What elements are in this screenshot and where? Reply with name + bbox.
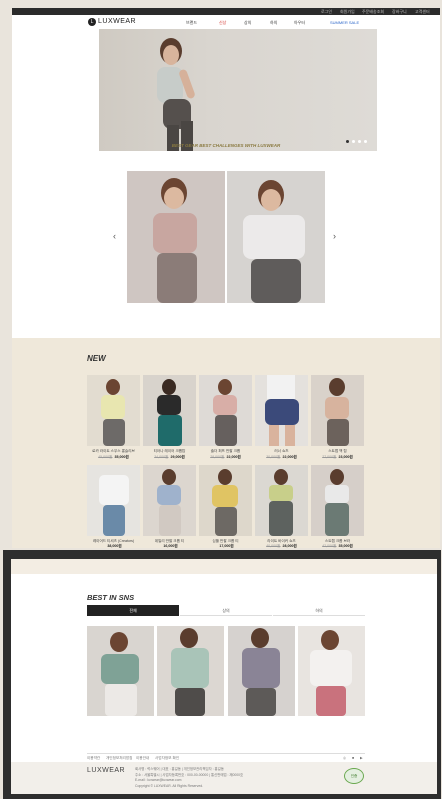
footer-divider <box>87 753 365 754</box>
site-header: L LUXWEAR 브랜드 신상 상의 하의 아우터 SUMMER SALE <box>12 15 440 29</box>
nav-item-brand[interactable]: 브랜드 <box>186 20 197 26</box>
certification-badge-icon: 인증 <box>344 768 364 784</box>
product-price-2: 34,000원 29,000원 <box>154 455 185 459</box>
product-price-7: 16,000원 <box>163 544 178 548</box>
product-price-8: 17,000원 <box>219 544 234 548</box>
product-image-9[interactable] <box>255 465 308 536</box>
product-image-1[interactable] <box>87 375 140 446</box>
sns-post-4[interactable] <box>298 626 365 716</box>
product-image-2[interactable] <box>143 375 196 446</box>
brand-mark-icon[interactable]: L <box>88 18 96 26</box>
product-name-1[interactable]: 로카 라이트 스무스 롱슬리브 <box>87 449 140 454</box>
section-tagline: BEST GEAR BEST CHALLENGES WITH LUXWEAR <box>171 143 281 148</box>
top-utility-bar: 로그인 회원가입 주문배송조회 장바구니 고객센터 <box>12 8 440 15</box>
product-image-3[interactable] <box>199 375 252 446</box>
product-name-5[interactable]: 스트랩 백 탑 <box>311 449 364 454</box>
product-price-3: 28,000원 22,000원 <box>210 455 241 459</box>
carousel-product-1[interactable] <box>127 171 225 303</box>
product-price-4: 30,000원 22,000원 <box>266 455 297 459</box>
sns-post-1[interactable] <box>87 626 154 716</box>
footer-link-privacy[interactable]: 개인정보처리방침 <box>106 756 132 761</box>
brand-logo[interactable]: LUXWEAR <box>98 18 136 25</box>
product-price-10: 42,000원 35,000원 <box>322 544 353 548</box>
footer-link-terms[interactable]: 이용약관 <box>87 756 100 761</box>
footer-facebook-icon[interactable]: ■ <box>352 756 354 760</box>
carousel-next-arrow-icon[interactable]: › <box>333 231 336 241</box>
product-name-2[interactable]: 티아나 레이어 크롭탑 <box>143 449 196 454</box>
nav-item-tops[interactable]: 상의 <box>244 20 251 26</box>
site-footer: LUXWEAR 회사명 : 럭스웨어 | 대표 : 홍길동 | 개인정보관리책임… <box>11 762 437 794</box>
product-name-3[interactable]: 숄더 퍼프 반팔 크롭 <box>199 449 252 454</box>
footer-instagram-icon[interactable]: ◎ <box>343 756 346 760</box>
tab-all[interactable]: 전체 <box>87 605 179 616</box>
product-price-5: 27,000원 23,000원 <box>322 455 353 459</box>
sns-post-3[interactable] <box>228 626 295 716</box>
main-page-top: L LUXWEAR 브랜드 신상 상의 하의 아우터 SUMMER SALE <box>12 15 440 338</box>
nav-item-outer[interactable]: 아우터 <box>294 20 305 26</box>
footer-line-4: Copyright © LUXWEAR. All Rights Reserved… <box>135 784 204 788</box>
footer-youtube-icon[interactable]: ▶ <box>360 756 363 760</box>
product-image-6[interactable] <box>87 465 140 536</box>
nav-item-new[interactable]: 신상 <box>219 20 226 26</box>
footer-line-3: E-mail : luxwear@luxwear.com <box>135 778 182 782</box>
sns-post-2[interactable] <box>157 626 224 716</box>
footer-link-guide[interactable]: 이용안내 <box>136 756 149 761</box>
footer-line-2: 주소 : 서울특별시 | 사업자등록번호 : 000-00-00000 | 통신… <box>135 773 244 777</box>
main-page-bottom <box>11 559 437 794</box>
product-price-9: 40,000원 28,000원 <box>266 544 297 548</box>
product-price-6: 38,000원 <box>107 544 122 548</box>
footer-link-business[interactable]: 사업자정보 확인 <box>155 756 179 761</box>
footer-line-1: 회사명 : 럭스웨어 | 대표 : 홍길동 | 개인정보관리책임자 : 홍길동 <box>135 767 224 771</box>
product-name-4[interactable]: 러너 쇼츠 <box>255 449 308 454</box>
nav-item-bottoms[interactable]: 하의 <box>270 20 277 26</box>
footer-logo: LUXWEAR <box>87 767 126 774</box>
carousel-product-2[interactable] <box>227 171 325 303</box>
product-image-4[interactable] <box>255 375 308 446</box>
tab-tops[interactable]: 상의 <box>180 605 272 616</box>
product-image-7[interactable] <box>143 465 196 536</box>
product-image-10[interactable] <box>311 465 364 536</box>
new-section-title: NEW <box>87 354 106 363</box>
hero-banner[interactable] <box>99 29 377 151</box>
product-image-5[interactable] <box>311 375 364 446</box>
hero-model-image <box>157 38 195 151</box>
carousel-prev-arrow-icon[interactable]: ‹ <box>113 231 116 241</box>
product-image-8[interactable] <box>199 465 252 536</box>
section-separator <box>11 559 437 574</box>
nav-item-summer-sale[interactable]: SUMMER SALE <box>330 20 359 25</box>
tab-bottoms[interactable]: 하의 <box>273 605 365 616</box>
sns-section-title: BEST IN SNS <box>87 593 135 602</box>
product-price-1: 45,000원 35,000원 <box>98 455 129 459</box>
